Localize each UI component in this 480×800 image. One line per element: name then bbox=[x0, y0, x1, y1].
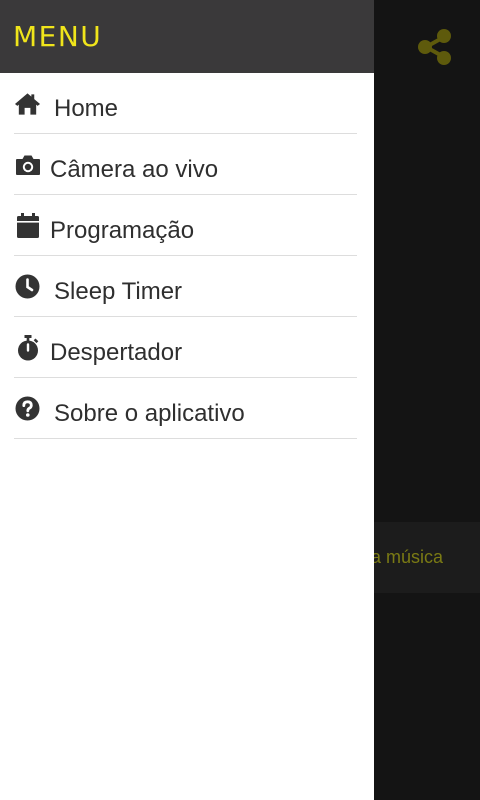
menu-item-home[interactable]: Home bbox=[14, 73, 357, 134]
share-button[interactable] bbox=[417, 28, 453, 66]
menu-item-label: Câmera ao vivo bbox=[50, 156, 219, 183]
menu-item-schedule[interactable]: Programação bbox=[14, 195, 357, 256]
now-playing-text: a música bbox=[370, 547, 443, 567]
home-icon bbox=[14, 90, 41, 117]
clock-icon bbox=[14, 273, 41, 300]
menu-item-alarm[interactable]: Despertador bbox=[14, 317, 357, 378]
menu-item-label: Sleep Timer bbox=[54, 278, 183, 305]
stopwatch-icon bbox=[14, 334, 41, 361]
drawer-title: MENU bbox=[13, 20, 103, 53]
menu-item-sleep-timer[interactable]: Sleep Timer bbox=[14, 256, 357, 317]
drawer-header: MENU bbox=[0, 0, 374, 73]
menu-list: Home Câmera ao vivo Programação Sleep Ti… bbox=[0, 73, 374, 439]
calendar-icon bbox=[14, 212, 41, 239]
menu-item-label: Sobre o aplicativo bbox=[54, 400, 245, 427]
share-icon bbox=[418, 29, 451, 65]
menu-item-about[interactable]: Sobre o aplicativo bbox=[14, 378, 357, 439]
menu-item-label: Programação bbox=[50, 217, 195, 244]
camera-icon bbox=[14, 151, 41, 178]
menu-item-label: Home bbox=[54, 95, 119, 122]
menu-item-live-camera[interactable]: Câmera ao vivo bbox=[14, 134, 357, 195]
question-circle-icon bbox=[14, 395, 41, 422]
menu-item-label: Despertador bbox=[50, 339, 183, 366]
navigation-drawer: MENU Home Câmera ao vivo Programação Sle… bbox=[0, 0, 374, 800]
